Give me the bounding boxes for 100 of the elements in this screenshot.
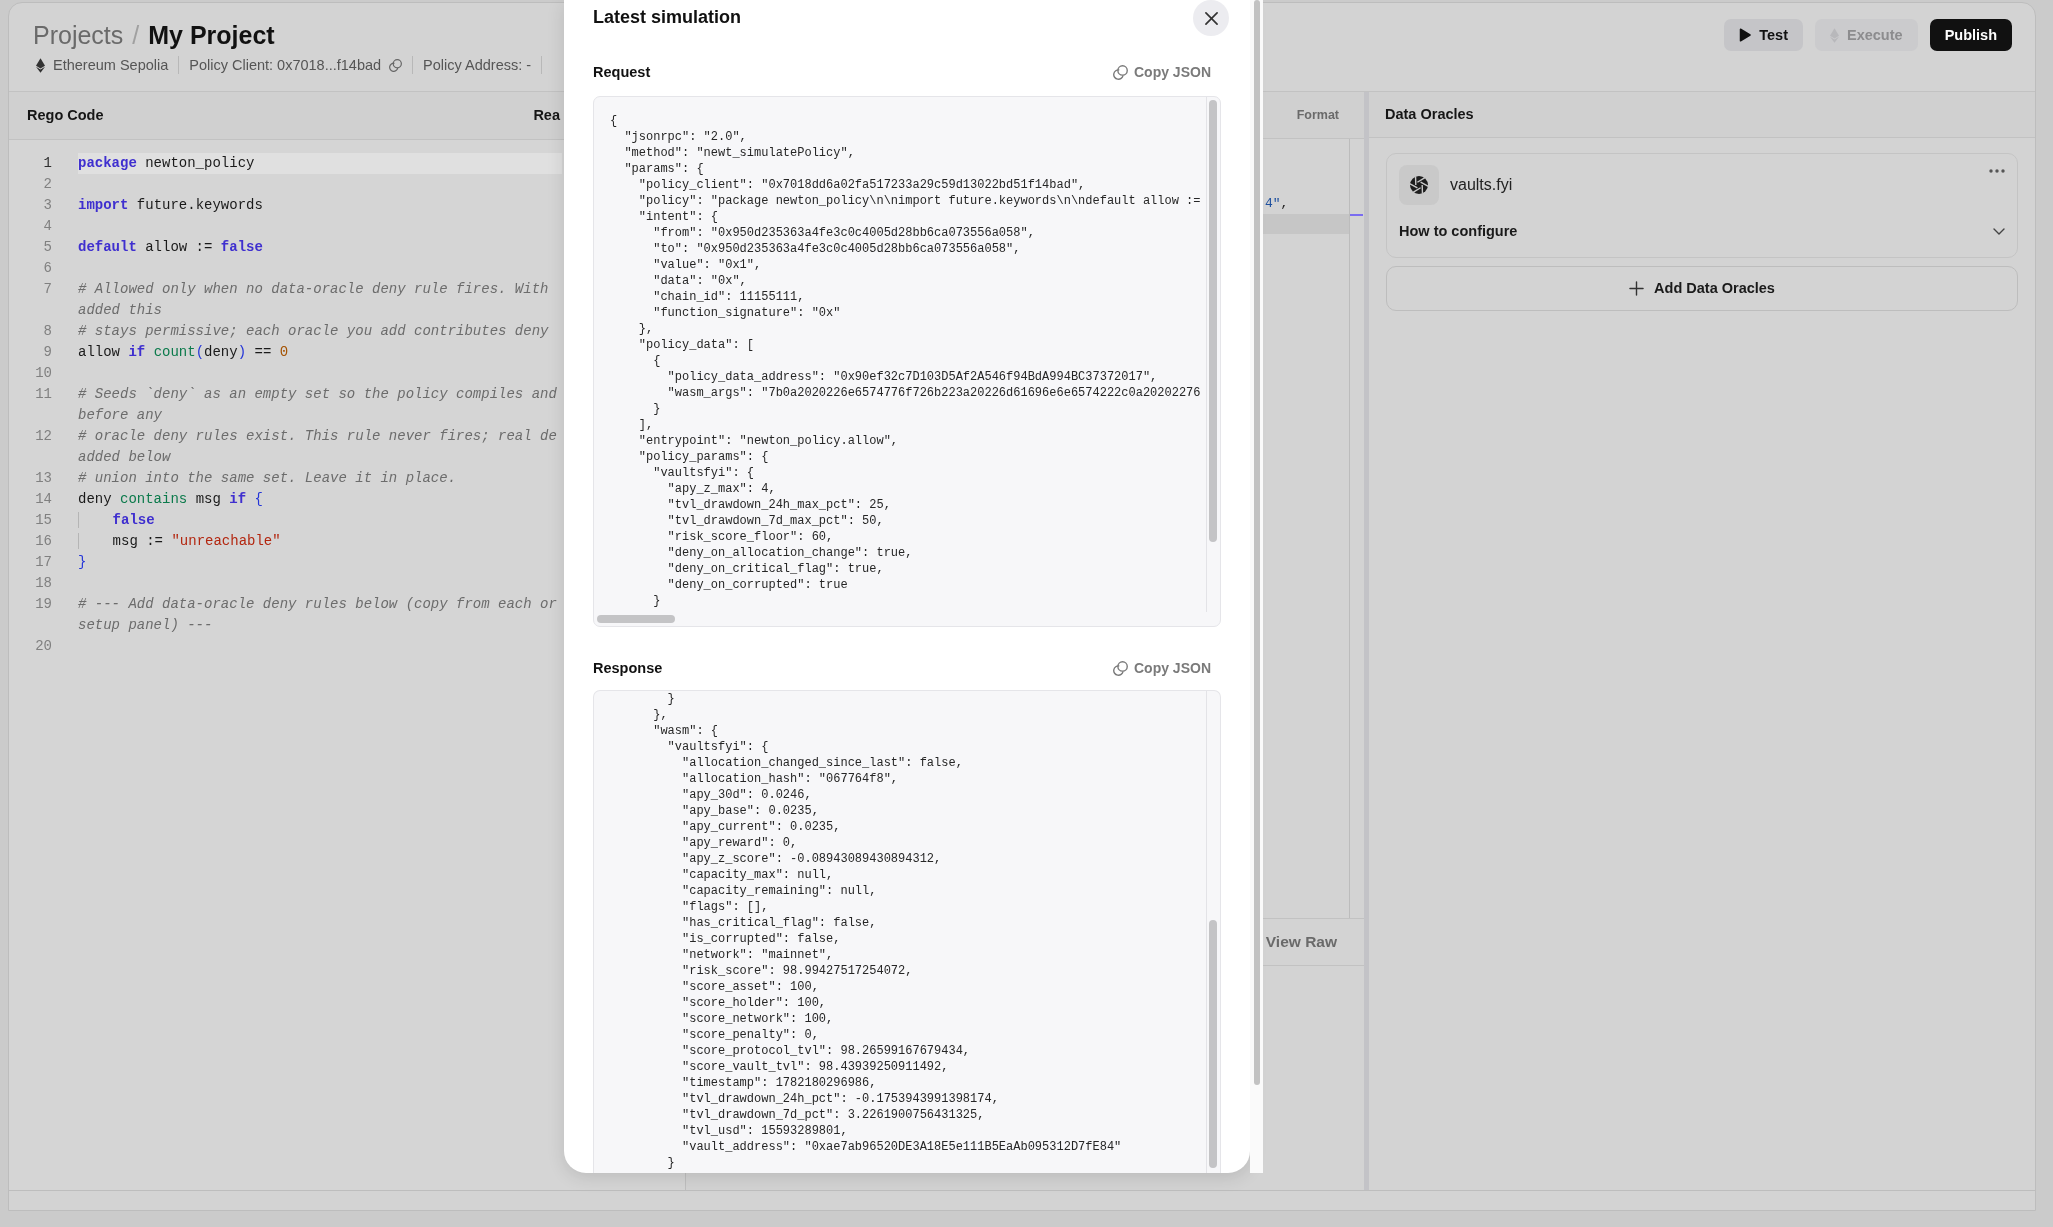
code-line: "apy_current": 0.0235, [681,819,842,835]
code-line: "policy_data": [ [637,337,756,353]
code-line: # union into the same set. Leave it in place. [78,469,458,488]
code-line: "score_asset": 100, [681,979,820,995]
meta-text: Policy Client: 0x7018...f14bad [189,56,382,75]
line-number: 16 [34,532,52,551]
line-number: 12 [34,427,52,446]
code-line: } [652,401,662,417]
breadcrumb-link[interactable]: Projects [33,19,124,51]
code-line: } [652,593,662,609]
view-raw-button[interactable]: View Raw [1265,931,1337,953]
line-number: 10 [34,364,52,383]
code-line: } [666,1155,676,1171]
code-line: false [78,510,562,531]
code-line: "score_penalty": 0, [681,1027,820,1043]
section-label: Response [593,658,663,678]
add-button[interactable]: Add Data Oracles [1386,266,2018,311]
code-line: "is_corrupted": false, [681,931,842,947]
code-line: { [610,113,619,129]
code-line: "allocation_hash": "067764f8", [681,771,900,787]
code-line: "tvl_drawdown_7d_max_pct": 50, [666,513,885,529]
code-line: "flags": [], [681,899,770,915]
code-line: } [666,691,676,707]
code-line: "policy_client": "0x7018dd6a02fa517233a29c59d13022bd51f14bad", [637,177,1087,193]
line-number: 14 [34,490,52,509]
code-line: import future.keywords [78,196,264,215]
code-line: "function_signature": "0x" [652,305,842,321]
copy-json-button[interactable]: Copy JSON [1113,658,1211,678]
panel-label: Rea [533,106,560,125]
copy-icon [1113,660,1128,676]
code-line: "wasm_args": "7b0a2020226e6574776f726b223a20226d61696e6e6574222c0a20202276 [666,385,1202,401]
line-number: 17 [34,553,52,572]
code-line: "risk_score_floor": 60, [666,529,835,545]
meta-text: Ethereum Sepolia [53,56,169,75]
line-number: 5 [42,238,52,257]
line-number: 6 [42,259,52,278]
code-line: "tvl_drawdown_7d_pct": 3.2261900756431325, [681,1107,986,1123]
code-line: "apy_z_score": -0.08943089430894312, [681,851,943,867]
line-number: 7 [42,280,52,299]
code-line: "method": "newt_simulatePolicy", [623,145,856,161]
code-line: added this [78,301,163,320]
code-line: "data": "0x", [652,273,748,289]
code-line: # --- Add data-oracle deny rules below (copy from each or [78,595,558,614]
breadcrumb-separator: / [132,20,140,51]
scrollbar-thumb[interactable] [1254,0,1260,1085]
code-line: before any [78,406,163,425]
code-line: "apy_z_max": 4, [666,481,777,497]
diamond-icon [36,57,45,73]
code-line: "to": "0x950d235363a4fe3c0c4005d28bb6ca073556a058", [652,241,1022,257]
code-line: "deny_on_critical_flag": true, [666,561,885,577]
scrollbar-thumb[interactable] [597,615,675,623]
code-line: "has_critical_flag": false, [681,915,878,931]
line-number: 2 [42,175,52,194]
code-line: "score_vault_tvl": 98.43939250911492, [681,1059,950,1075]
code-line: "capacity_max": null, [681,867,835,883]
aperture-icon [1399,165,1439,205]
copy-icon [1113,64,1128,80]
code-line: "value": "0x1", [652,257,763,273]
code-line: { [652,353,662,369]
code-line: "vaultsfyi": { [652,465,756,481]
code-line: # Allowed only when no data-oracle deny rule fires. With [78,280,550,299]
publish-button[interactable]: Publish [1929,19,2012,51]
code-line: # stays permissive; each oracle you add contributes deny [78,322,550,341]
code-line: # Seeds `deny` as an empty set so the policy compiles and [78,385,558,404]
line-number: 1 [42,154,52,173]
code-line: "score_holder": 100, [681,995,828,1011]
code-line: "vault_address": "0xae7ab96520DE3A18E5e111B5EaAb095312D7fE84" [681,1139,1123,1155]
more-button[interactable] [1989,169,2005,173]
code-line: ], [637,417,655,433]
test-button[interactable]: Test [1724,19,1803,51]
scrollbar-thumb[interactable] [1209,100,1217,542]
code-line: "timestamp": 1782180296986, [681,1075,878,1091]
code-line: "policy": "package newton_policy\n\nimport future.keywords\n\ndefault allow := [637,193,1202,209]
position-mark [1350,214,1363,216]
format-button[interactable]: Format [1296,106,1339,124]
more-icon [1989,169,2005,173]
line-number: 18 [34,574,52,593]
code-line: "risk_score": 98.99427517254072, [681,963,914,979]
scrollbar-thumb[interactable] [1209,920,1217,1168]
close-button[interactable] [1193,0,1229,36]
copy-json-button[interactable]: Copy JSON [1113,62,1211,82]
resize-handle[interactable] [1364,92,1369,1190]
accordion-toggle[interactable]: How to configure [1399,220,2005,242]
code-line: "deny_on_corrupted": true [666,577,849,593]
oracle-name: vaults.fyi [1450,174,1513,195]
code-line: setup panel) --- [78,616,214,635]
line-number: 19 [34,595,52,614]
code-line: "apy_reward": 0, [681,835,799,851]
code-line: 4", [1264,195,1290,213]
code-line: "policy_params": { [637,449,770,465]
copy-icon[interactable] [389,58,403,72]
code-line: "jsonrpc": "2.0", [623,129,748,145]
code-line: added below [78,448,172,467]
line-number: 8 [42,322,52,341]
code-line: }, [652,707,669,723]
line-number: 20 [34,637,52,656]
code-line: } [78,553,88,572]
play-icon [1739,28,1752,42]
code-line: "allocation_changed_since_last": false, [681,755,964,771]
code-line: # oracle deny rules exist. This rule never fires; real de [78,427,558,446]
